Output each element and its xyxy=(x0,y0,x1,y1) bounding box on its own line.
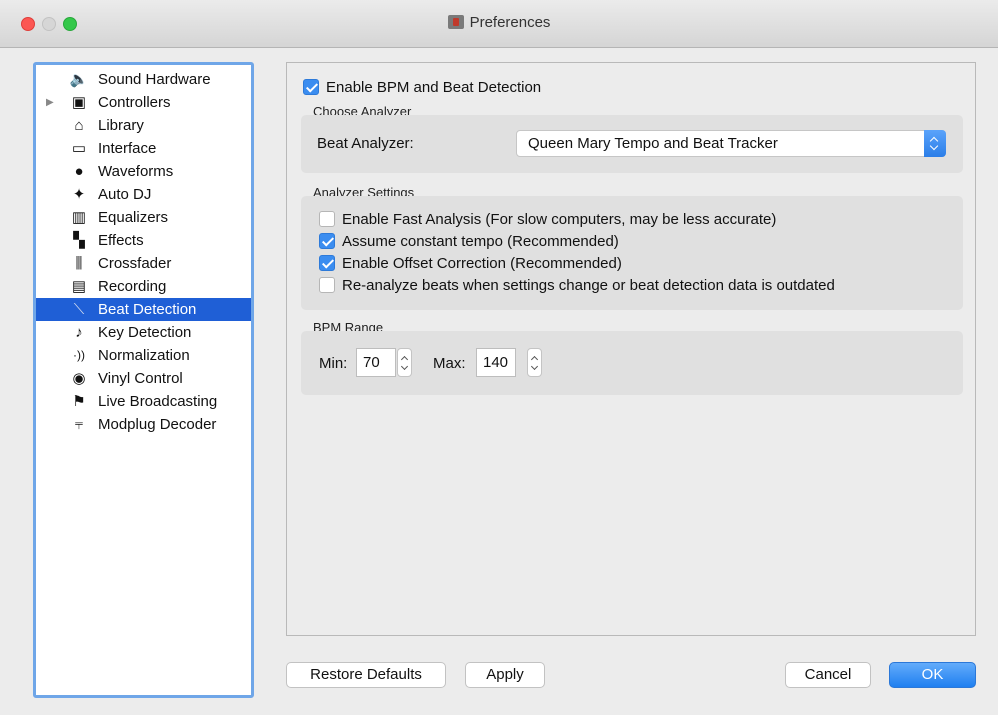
fast-analysis-label: Enable Fast Analysis (For slow computers… xyxy=(342,211,777,228)
max-bpm-stepper[interactable] xyxy=(527,348,542,377)
max-bpm-label: Max: xyxy=(433,355,466,372)
beat-analyzer-label: Beat Analyzer: xyxy=(317,135,414,152)
offset-correction-option[interactable]: Enable Offset Correction (Recommended) xyxy=(319,255,622,272)
disclosure-triangle-icon[interactable]: ▶ xyxy=(46,91,54,114)
sidebar-item-label: Auto DJ xyxy=(98,186,152,203)
bpm-range-group: Min: 70 Max: 140 xyxy=(301,331,963,395)
sidebar-item-label: Normalization xyxy=(98,347,190,364)
reanalyze-checkbox[interactable] xyxy=(319,277,335,293)
constant-tempo-option[interactable]: Assume constant tempo (Recommended) xyxy=(319,233,619,250)
sidebar-item-auto-dj[interactable]: ✦ Auto DJ xyxy=(36,183,251,206)
sidebar-item-controllers[interactable]: ▶ ▣ Controllers xyxy=(36,91,251,114)
sidebar-item-library[interactable]: ⌂ Library xyxy=(36,114,251,137)
min-bpm-label: Min: xyxy=(319,355,348,372)
library-icon: ⌂ xyxy=(74,117,84,134)
offset-correction-checkbox[interactable] xyxy=(319,255,335,271)
sidebar-item-normalization[interactable]: ·)) Normalization xyxy=(36,344,251,367)
normalization-icon: ·)) xyxy=(73,348,85,362)
min-bpm-stepper[interactable] xyxy=(397,348,412,377)
sidebar-item-modplug-decoder[interactable]: ⫧ Modplug Decoder xyxy=(36,413,251,436)
sidebar-item-label: Crossfader xyxy=(98,255,172,272)
sidebar-item-label: Sound Hardware xyxy=(98,71,211,88)
window-title: Preferences xyxy=(469,14,551,31)
sidebar-item-sound-hardware[interactable]: 🔈 Sound Hardware xyxy=(36,68,251,91)
monitor-icon: ▭ xyxy=(71,140,87,157)
recording-icon: ▤ xyxy=(71,278,87,295)
enable-bpm-option[interactable]: Enable BPM and Beat Detection xyxy=(303,79,541,96)
beat-analyzer-value: Queen Mary Tempo and Beat Tracker xyxy=(528,135,778,152)
sidebar-item-label: Modplug Decoder xyxy=(98,416,217,433)
sidebar-item-live-broadcasting[interactable]: ⚑ Live Broadcasting xyxy=(36,390,251,413)
preferences-window: Preferences 🔈 Sound Hardware ▶ ▣ Control… xyxy=(0,0,998,715)
sidebar-item-label: Library xyxy=(98,117,144,134)
title-bar: Preferences xyxy=(0,0,998,48)
choose-analyzer-group: Beat Analyzer: Queen Mary Tempo and Beat… xyxy=(301,115,963,173)
fast-analysis-checkbox[interactable] xyxy=(319,211,335,227)
enable-bpm-label: Enable BPM and Beat Detection xyxy=(326,79,542,96)
sidebar-item-label: Waveforms xyxy=(98,163,174,180)
fast-analysis-option[interactable]: Enable Fast Analysis (For slow computers… xyxy=(319,211,776,228)
key-detection-icon: ♪ xyxy=(75,324,83,341)
crossfader-icon: ⫼ xyxy=(75,255,83,272)
reanalyze-label: Re-analyze beats when settings change or… xyxy=(342,277,835,294)
sidebar-item-label: Controllers xyxy=(98,94,171,111)
sidebar-item-label: Beat Detection xyxy=(98,301,197,318)
effects-icon: ▚ xyxy=(73,232,85,249)
sidebar-item-label: Recording xyxy=(98,278,167,295)
beat-detection-panel: Enable BPM and Beat Detection Choose Ana… xyxy=(286,62,976,636)
reanalyze-option[interactable]: Re-analyze beats when settings change or… xyxy=(319,277,835,294)
constant-tempo-label: Assume constant tempo (Recommended) xyxy=(342,233,619,250)
beat-analyzer-select[interactable]: Queen Mary Tempo and Beat Tracker xyxy=(516,130,946,157)
constant-tempo-checkbox[interactable] xyxy=(319,233,335,249)
waveform-icon: ● xyxy=(74,163,84,180)
sidebar-item-interface[interactable]: ▭ Interface xyxy=(36,137,251,160)
sidebar-item-label: Live Broadcasting xyxy=(98,393,218,410)
modplug-icon: ⫧ xyxy=(74,416,84,433)
beat-detection-icon: ⟍ xyxy=(73,301,85,318)
broadcast-icon: ⚑ xyxy=(72,393,86,410)
window-title-group: Preferences xyxy=(0,14,998,31)
restore-defaults-button[interactable]: Restore Defaults xyxy=(286,662,446,688)
sidebar-item-label: Equalizers xyxy=(98,209,169,226)
controller-icon: ▣ xyxy=(71,94,87,111)
cancel-button[interactable]: Cancel xyxy=(785,662,871,688)
speaker-icon: 🔈 xyxy=(69,71,89,88)
sidebar-item-label: Interface xyxy=(98,140,157,157)
vinyl-icon: ◉ xyxy=(72,370,86,387)
select-arrows-icon[interactable] xyxy=(924,130,946,157)
analyzer-settings-group: Enable Fast Analysis (For slow computers… xyxy=(301,196,963,310)
offset-correction-label: Enable Offset Correction (Recommended) xyxy=(342,255,622,272)
sidebar-item-beat-detection[interactable]: ⟍ Beat Detection xyxy=(36,298,251,321)
max-bpm-input[interactable]: 140 xyxy=(476,348,516,377)
preferences-sidebar: 🔈 Sound Hardware ▶ ▣ Controllers ⌂ Libra… xyxy=(33,62,254,698)
sidebar-item-crossfader[interactable]: ⫼ Crossfader xyxy=(36,252,251,275)
ok-button[interactable]: OK xyxy=(889,662,976,688)
app-icon xyxy=(447,15,464,29)
sidebar-item-recording[interactable]: ▤ Recording xyxy=(36,275,251,298)
sidebar-item-label: Key Detection xyxy=(98,324,192,341)
sidebar-item-label: Effects xyxy=(98,232,144,249)
sidebar-item-key-detection[interactable]: ♪ Key Detection xyxy=(36,321,251,344)
equalizer-icon: ▥ xyxy=(71,209,87,226)
sidebar-item-vinyl-control[interactable]: ◉ Vinyl Control xyxy=(36,367,251,390)
apply-button[interactable]: Apply xyxy=(465,662,545,688)
min-bpm-input[interactable]: 70 xyxy=(356,348,396,377)
sidebar-item-label: Vinyl Control xyxy=(98,370,183,387)
sidebar-item-effects[interactable]: ▚ Effects xyxy=(36,229,251,252)
sidebar-item-equalizers[interactable]: ▥ Equalizers xyxy=(36,206,251,229)
enable-bpm-checkbox[interactable] xyxy=(303,79,319,95)
robot-icon: ✦ xyxy=(72,186,86,203)
sidebar-item-waveforms[interactable]: ● Waveforms xyxy=(36,160,251,183)
